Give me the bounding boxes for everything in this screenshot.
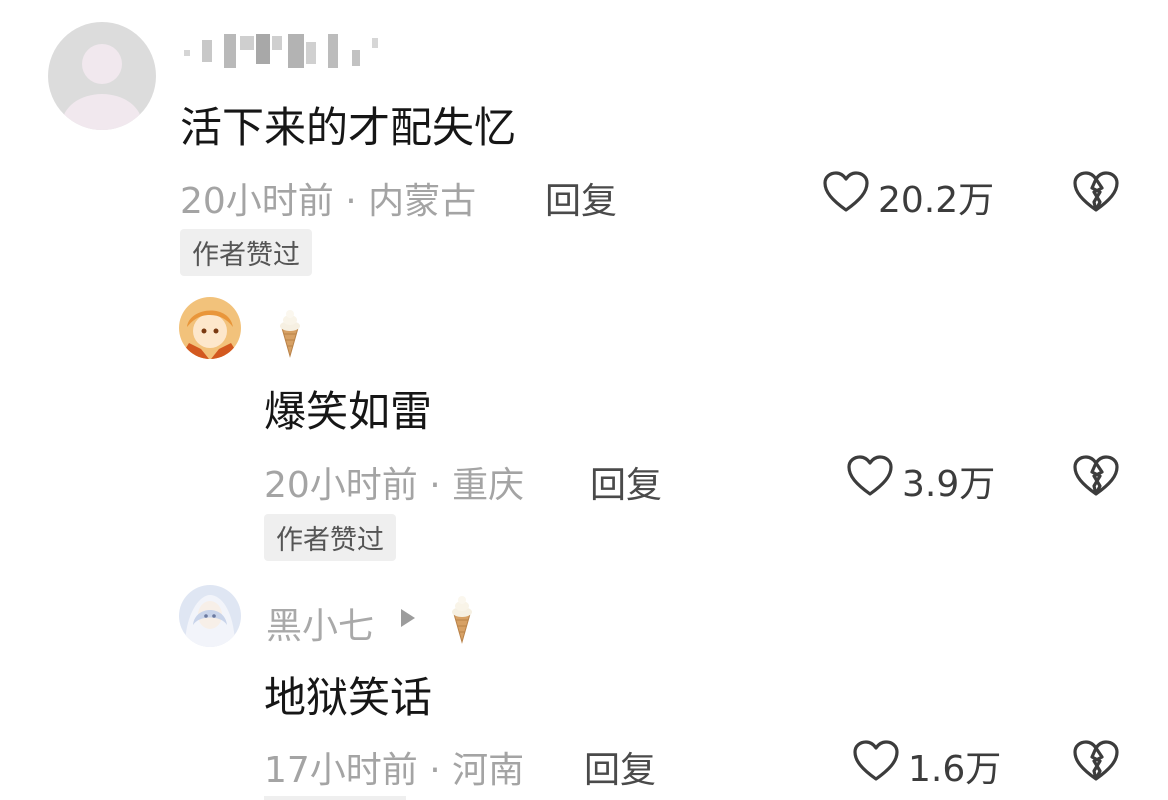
like-count: 1.6万 xyxy=(908,748,1002,790)
badge-cutoff xyxy=(264,796,406,800)
avatar[interactable] xyxy=(179,585,241,647)
broken-heart-icon[interactable] xyxy=(1072,739,1120,787)
avatar[interactable] xyxy=(179,297,241,359)
comment-time-location: 20小时前 · 重庆 xyxy=(264,465,525,506)
like-button[interactable]: 1.6万 xyxy=(852,739,1001,792)
comment-time-location: 17小时前 · 河南 xyxy=(264,750,525,791)
like-count: 3.9万 xyxy=(902,463,996,505)
heart-outline-icon xyxy=(852,739,900,792)
reply-button[interactable]: 回复 xyxy=(584,741,656,793)
heart-outline-icon xyxy=(822,170,870,223)
broken-heart-icon[interactable] xyxy=(1072,454,1120,502)
broken-heart-icon[interactable] xyxy=(1072,170,1120,218)
avatar[interactable] xyxy=(48,22,156,130)
author-liked-badge: 作者赞过 xyxy=(264,514,396,561)
comment-time-location: 20小时前 · 内蒙古 xyxy=(180,181,477,222)
comment-text[interactable]: 爆笑如雷 xyxy=(264,378,432,439)
username[interactable]: 黑小七 xyxy=(266,597,374,649)
like-button[interactable]: 20.2万 xyxy=(822,170,994,223)
author-liked-badge: 作者赞过 xyxy=(180,229,312,276)
heart-outline-icon xyxy=(846,454,894,507)
ice-cream-icon xyxy=(272,306,308,362)
reply-button[interactable]: 回复 xyxy=(590,456,662,508)
like-count: 20.2万 xyxy=(878,179,995,221)
ice-cream-icon xyxy=(444,592,480,648)
comment-text[interactable]: 活下来的才配失忆 xyxy=(180,94,516,155)
username-blurred[interactable] xyxy=(180,30,400,70)
reply-button[interactable]: 回复 xyxy=(545,172,617,224)
like-button[interactable]: 3.9万 xyxy=(846,454,995,507)
comment-text[interactable]: 地狱笑话 xyxy=(264,664,432,725)
triangle-right-icon xyxy=(398,606,418,634)
